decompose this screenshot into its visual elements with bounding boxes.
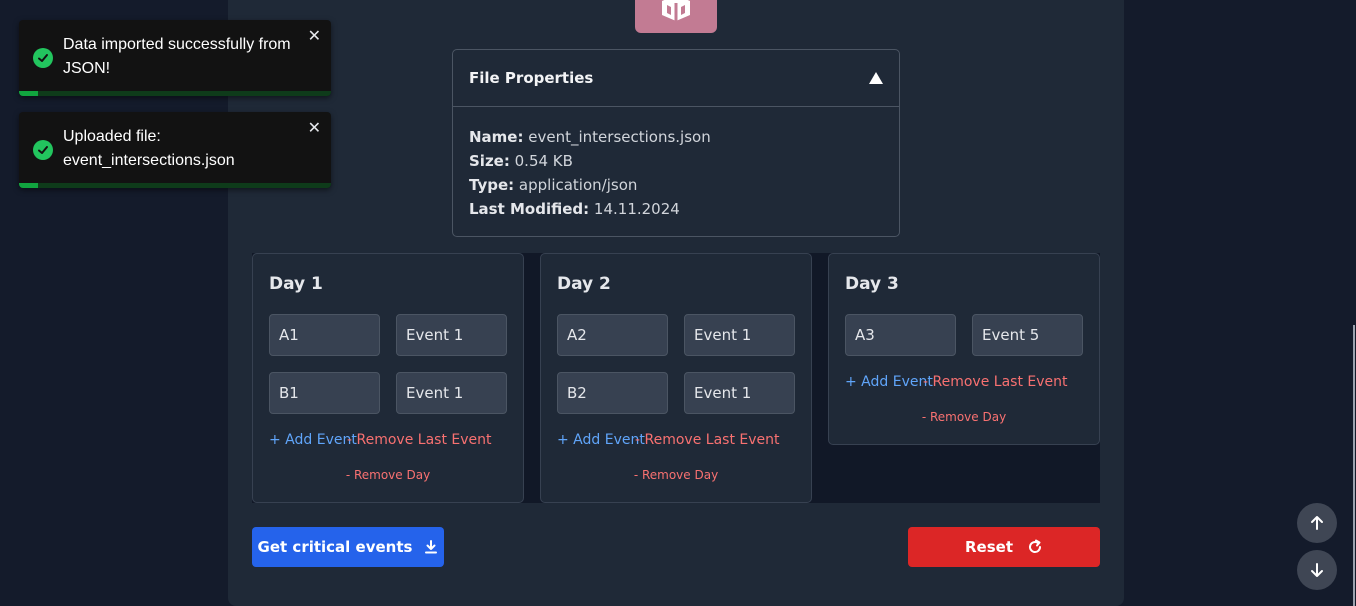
- toast-progress-bar: [19, 91, 331, 96]
- toast-progress-fill: [19, 91, 38, 96]
- day-card-2: Day 2 A2 Event 1 B2 Event 1 + Add Event …: [540, 253, 812, 503]
- event-input[interactable]: Event 1: [396, 314, 507, 356]
- toast-message: Data imported successfully from JSON!: [63, 36, 291, 77]
- day-card-3: Day 3 A3 Event 5 + Add Event - Remove La…: [828, 253, 1100, 445]
- scroll-to-bottom-button[interactable]: [1297, 550, 1337, 590]
- event-input[interactable]: Event 5: [972, 314, 1083, 356]
- close-icon[interactable]: ✕: [308, 26, 321, 45]
- arrow-down-icon: [1311, 563, 1323, 577]
- toast-notification: Uploaded file: event_intersections.json …: [19, 112, 331, 188]
- file-modified-value: 14.11.2024: [593, 200, 680, 218]
- scrollbar-edge: [1353, 325, 1355, 606]
- remove-day-button[interactable]: - Remove Day: [829, 410, 1099, 424]
- arrow-up-icon: [1311, 516, 1323, 530]
- collapse-triangle-icon[interactable]: [869, 72, 883, 84]
- reset-button[interactable]: Reset: [908, 527, 1100, 567]
- file-type-row: Type: application/json: [469, 173, 883, 197]
- toast-progress-fill: [19, 183, 38, 188]
- file-type-value: application/json: [518, 176, 638, 194]
- intersection-input[interactable]: B2: [557, 372, 668, 414]
- close-icon[interactable]: ✕: [308, 118, 321, 137]
- success-check-icon: [33, 140, 53, 160]
- remove-last-event-button[interactable]: - Remove Last Event: [347, 432, 491, 448]
- scroll-to-top-button[interactable]: [1297, 503, 1337, 543]
- add-event-button[interactable]: + Add Event: [845, 374, 933, 390]
- day-title: Day 3: [845, 274, 899, 294]
- intersection-input[interactable]: A2: [557, 314, 668, 356]
- file-name-value: event_intersections.json: [528, 128, 711, 146]
- file-type-label: Type:: [469, 176, 515, 194]
- file-properties-body: Name: event_intersections.json Size: 0.5…: [453, 107, 899, 221]
- file-properties-panel: File Properties Name: event_intersection…: [452, 49, 900, 237]
- app-logo: [635, 0, 717, 33]
- remove-day-button[interactable]: - Remove Day: [253, 468, 523, 482]
- file-name-label: Name:: [469, 128, 524, 146]
- file-properties-header[interactable]: File Properties: [453, 50, 899, 107]
- toast-progress-bar: [19, 183, 331, 188]
- remove-last-event-button[interactable]: - Remove Last Event: [635, 432, 779, 448]
- get-critical-events-button[interactable]: Get critical events: [252, 527, 444, 567]
- refresh-icon: [1029, 539, 1042, 553]
- day-title: Day 1: [269, 274, 323, 294]
- toast-notification: Data imported successfully from JSON! ✕: [19, 20, 331, 96]
- file-properties-title: File Properties: [469, 69, 594, 87]
- toast-message: Uploaded file: event_intersections.json: [63, 128, 235, 169]
- file-size-row: Size: 0.54 KB: [469, 149, 883, 173]
- intersection-input[interactable]: A1: [269, 314, 380, 356]
- intersection-input[interactable]: B1: [269, 372, 380, 414]
- file-size-label: Size:: [469, 152, 510, 170]
- success-check-icon: [33, 48, 53, 68]
- event-input[interactable]: Event 1: [684, 314, 795, 356]
- event-input[interactable]: Event 1: [684, 372, 795, 414]
- download-icon: [425, 540, 438, 554]
- remove-day-button[interactable]: - Remove Day: [541, 468, 811, 482]
- add-event-button[interactable]: + Add Event: [269, 432, 357, 448]
- day-title: Day 2: [557, 274, 611, 294]
- file-name-row: Name: event_intersections.json: [469, 125, 883, 149]
- cube-logo-icon: [662, 0, 690, 21]
- intersection-input[interactable]: A3: [845, 314, 956, 356]
- file-modified-label: Last Modified:: [469, 200, 590, 218]
- file-modified-row: Last Modified: 14.11.2024: [469, 197, 883, 221]
- get-critical-events-label: Get critical events: [257, 538, 413, 556]
- remove-last-event-button[interactable]: - Remove Last Event: [923, 374, 1067, 390]
- event-input[interactable]: Event 1: [396, 372, 507, 414]
- add-event-button[interactable]: + Add Event: [557, 432, 645, 448]
- reset-label: Reset: [965, 538, 1013, 556]
- file-size-value: 0.54 KB: [514, 152, 573, 170]
- day-card-1: Day 1 A1 Event 1 B1 Event 1 + Add Event …: [252, 253, 524, 503]
